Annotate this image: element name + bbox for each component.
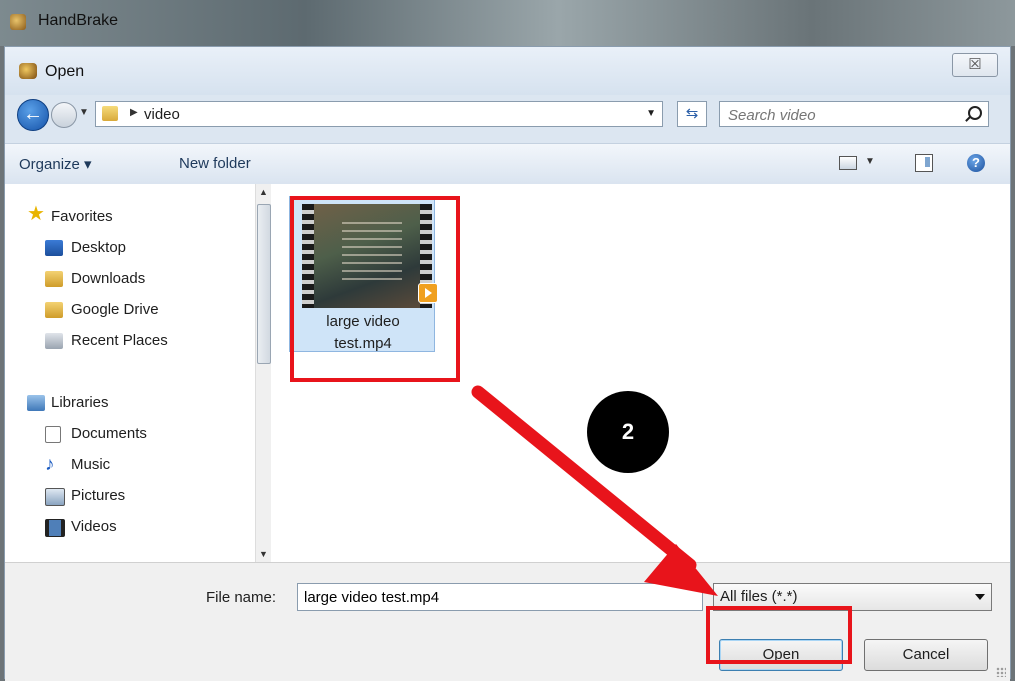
google-drive-folder-icon (45, 302, 63, 318)
navigation-pane: ★ Favorites Desktop Downloads Google Dri… (5, 184, 271, 562)
recent-locations-dropdown[interactable]: ▼ (79, 107, 89, 118)
star-icon: ★ (27, 203, 45, 225)
search-icon[interactable] (968, 106, 982, 120)
address-row: ← ▼ ▶ video ▼ ⇆ (5, 95, 1010, 137)
nav-libraries[interactable]: Libraries (51, 394, 109, 411)
back-button[interactable]: ← (17, 99, 49, 131)
close-button[interactable]: ☒ (952, 53, 998, 77)
navigation-scrollbar[interactable]: ▲ ▼ (255, 184, 271, 562)
refresh-button[interactable]: ⇆ (677, 101, 707, 127)
dialog-titlebar: Open ☒ (5, 47, 1010, 95)
nav-favorites[interactable]: Favorites (51, 208, 113, 225)
cancel-button[interactable]: Cancel (864, 639, 988, 671)
close-icon: ☒ (968, 56, 982, 73)
breadcrumb-video[interactable]: video (144, 106, 180, 123)
handbrake-icon (19, 63, 37, 79)
background-window-titlebar: HandBrake (0, 0, 1015, 46)
file-name-label: large video test.mp4 (326, 313, 400, 352)
file-type-select[interactable]: All files (*.*) (713, 583, 992, 611)
open-dialog: Open ☒ ← ▼ ▶ video ▼ ⇆ Organize ▾ New fo… (4, 46, 1011, 681)
file-name-input[interactable] (297, 583, 703, 611)
address-bar[interactable]: ▶ video ▼ (95, 101, 663, 127)
file-type-value: All files (*.*) (720, 588, 798, 605)
file-name-label: File name: (206, 589, 277, 606)
nav-google-drive[interactable]: Google Drive (71, 301, 159, 318)
documents-icon (45, 426, 61, 443)
scroll-down-icon[interactable]: ▼ (256, 546, 271, 562)
recent-places-icon (45, 333, 63, 349)
new-folder-button[interactable]: New folder (179, 155, 251, 172)
organize-button[interactable]: Organize ▾ (19, 155, 92, 173)
nav-downloads[interactable]: Downloads (71, 270, 145, 287)
refresh-icon: ⇆ (685, 105, 699, 122)
videos-icon (45, 519, 65, 537)
desktop-icon (45, 240, 63, 256)
back-arrow-icon: ← (23, 103, 43, 125)
resize-grip[interactable] (996, 667, 1006, 677)
dialog-title: Open (45, 63, 85, 80)
downloads-folder-icon (45, 271, 63, 287)
nav-recent-places[interactable]: Recent Places (71, 332, 168, 349)
background-window-title: HandBrake (38, 12, 119, 29)
folder-icon (102, 106, 118, 121)
scrollbar-thumb[interactable] (257, 204, 271, 364)
file-item-large-video-test[interactable]: large video test.mp4 (289, 196, 438, 352)
media-player-badge-icon (418, 283, 438, 303)
breadcrumb-separator-icon[interactable]: ▶ (130, 107, 138, 118)
nav-pictures[interactable]: Pictures (71, 487, 125, 504)
video-thumbnail (302, 204, 432, 308)
search-box[interactable] (719, 101, 989, 127)
open-button[interactable]: Open (719, 639, 843, 671)
pictures-icon (45, 488, 65, 506)
nav-documents[interactable]: Documents (71, 425, 147, 442)
help-icon[interactable]: ? (967, 154, 985, 172)
address-dropdown[interactable]: ▼ (646, 108, 656, 119)
handbrake-icon (10, 14, 26, 30)
scroll-up-icon[interactable]: ▲ (256, 184, 271, 200)
libraries-icon (27, 395, 45, 411)
step-number-badge: 2 (587, 391, 669, 473)
file-name-bar: File name: All files (*.*) Open Cancel (5, 562, 1010, 681)
search-input[interactable] (726, 104, 960, 126)
forward-button[interactable] (51, 102, 77, 128)
file-list-pane: large video test.mp4 (271, 184, 1010, 562)
nav-videos[interactable]: Videos (71, 518, 117, 535)
view-options-dropdown[interactable]: ▼ (865, 156, 875, 167)
preview-pane-icon[interactable] (915, 154, 933, 172)
nav-desktop[interactable]: Desktop (71, 239, 126, 256)
music-icon: ♪ (45, 454, 55, 475)
nav-music[interactable]: Music (71, 456, 110, 473)
command-toolbar: Organize ▾ New folder ▼ ? (5, 143, 1010, 185)
chevron-down-icon (975, 594, 985, 600)
change-view-icon[interactable] (839, 156, 857, 170)
